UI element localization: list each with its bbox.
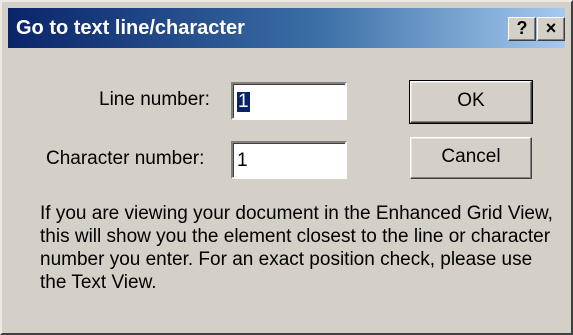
character-number-label: Character number: (46, 148, 205, 169)
help-icon: ? (516, 18, 528, 38)
ok-button[interactable]: OK (409, 80, 533, 124)
close-button[interactable]: × (537, 17, 565, 41)
cancel-button[interactable]: Cancel (410, 137, 532, 179)
dialog-title: Go to text line/character (16, 17, 245, 39)
close-icon: × (545, 18, 557, 38)
line-number-label: Line number: (99, 89, 210, 110)
title-bar[interactable]: Go to text line/character ? × (8, 8, 565, 48)
help-button[interactable]: ? (508, 17, 536, 41)
character-number-input[interactable]: 1 (231, 141, 347, 179)
character-number-value: 1 (237, 150, 248, 171)
info-text: If you are viewing your document in the … (40, 203, 553, 293)
line-number-input[interactable]: 1 (231, 82, 347, 120)
goto-dialog: Go to text line/character ? × Line numbe… (0, 0, 573, 335)
line-number-value: 1 (237, 91, 250, 112)
